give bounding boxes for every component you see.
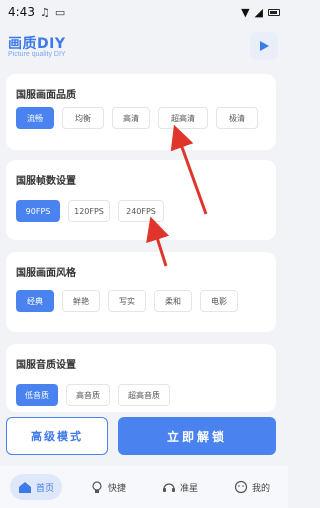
arrow-to-ultra-hd [170, 124, 208, 215]
nav-label: 我的 [251, 483, 270, 494]
bulb-icon [92, 481, 102, 493]
advanced-mode-button[interactable]: 高级模式 [6, 417, 108, 455]
smile-icon [234, 480, 248, 494]
unlock-now-button[interactable]: 立即解锁 [118, 417, 276, 455]
nav-item-mine[interactable]: 我的 [226, 474, 278, 500]
nav-label: 快捷 [107, 483, 126, 494]
headset-icon [162, 483, 175, 492]
home-icon [18, 482, 31, 493]
nav-item-home[interactable]: 首页 [9, 474, 62, 500]
nav-label: 首页 [35, 483, 54, 494]
bottom-nav: 首页 快捷 准星 我的 [0, 466, 288, 508]
action-bar: 高级模式 立即解锁 [0, 412, 288, 462]
nav-label: 准星 [179, 483, 198, 494]
nav-item-crosshair[interactable]: 准星 [154, 474, 206, 500]
nav-item-quick[interactable]: 快捷 [82, 474, 134, 500]
arrow-to-240fps [146, 216, 170, 267]
